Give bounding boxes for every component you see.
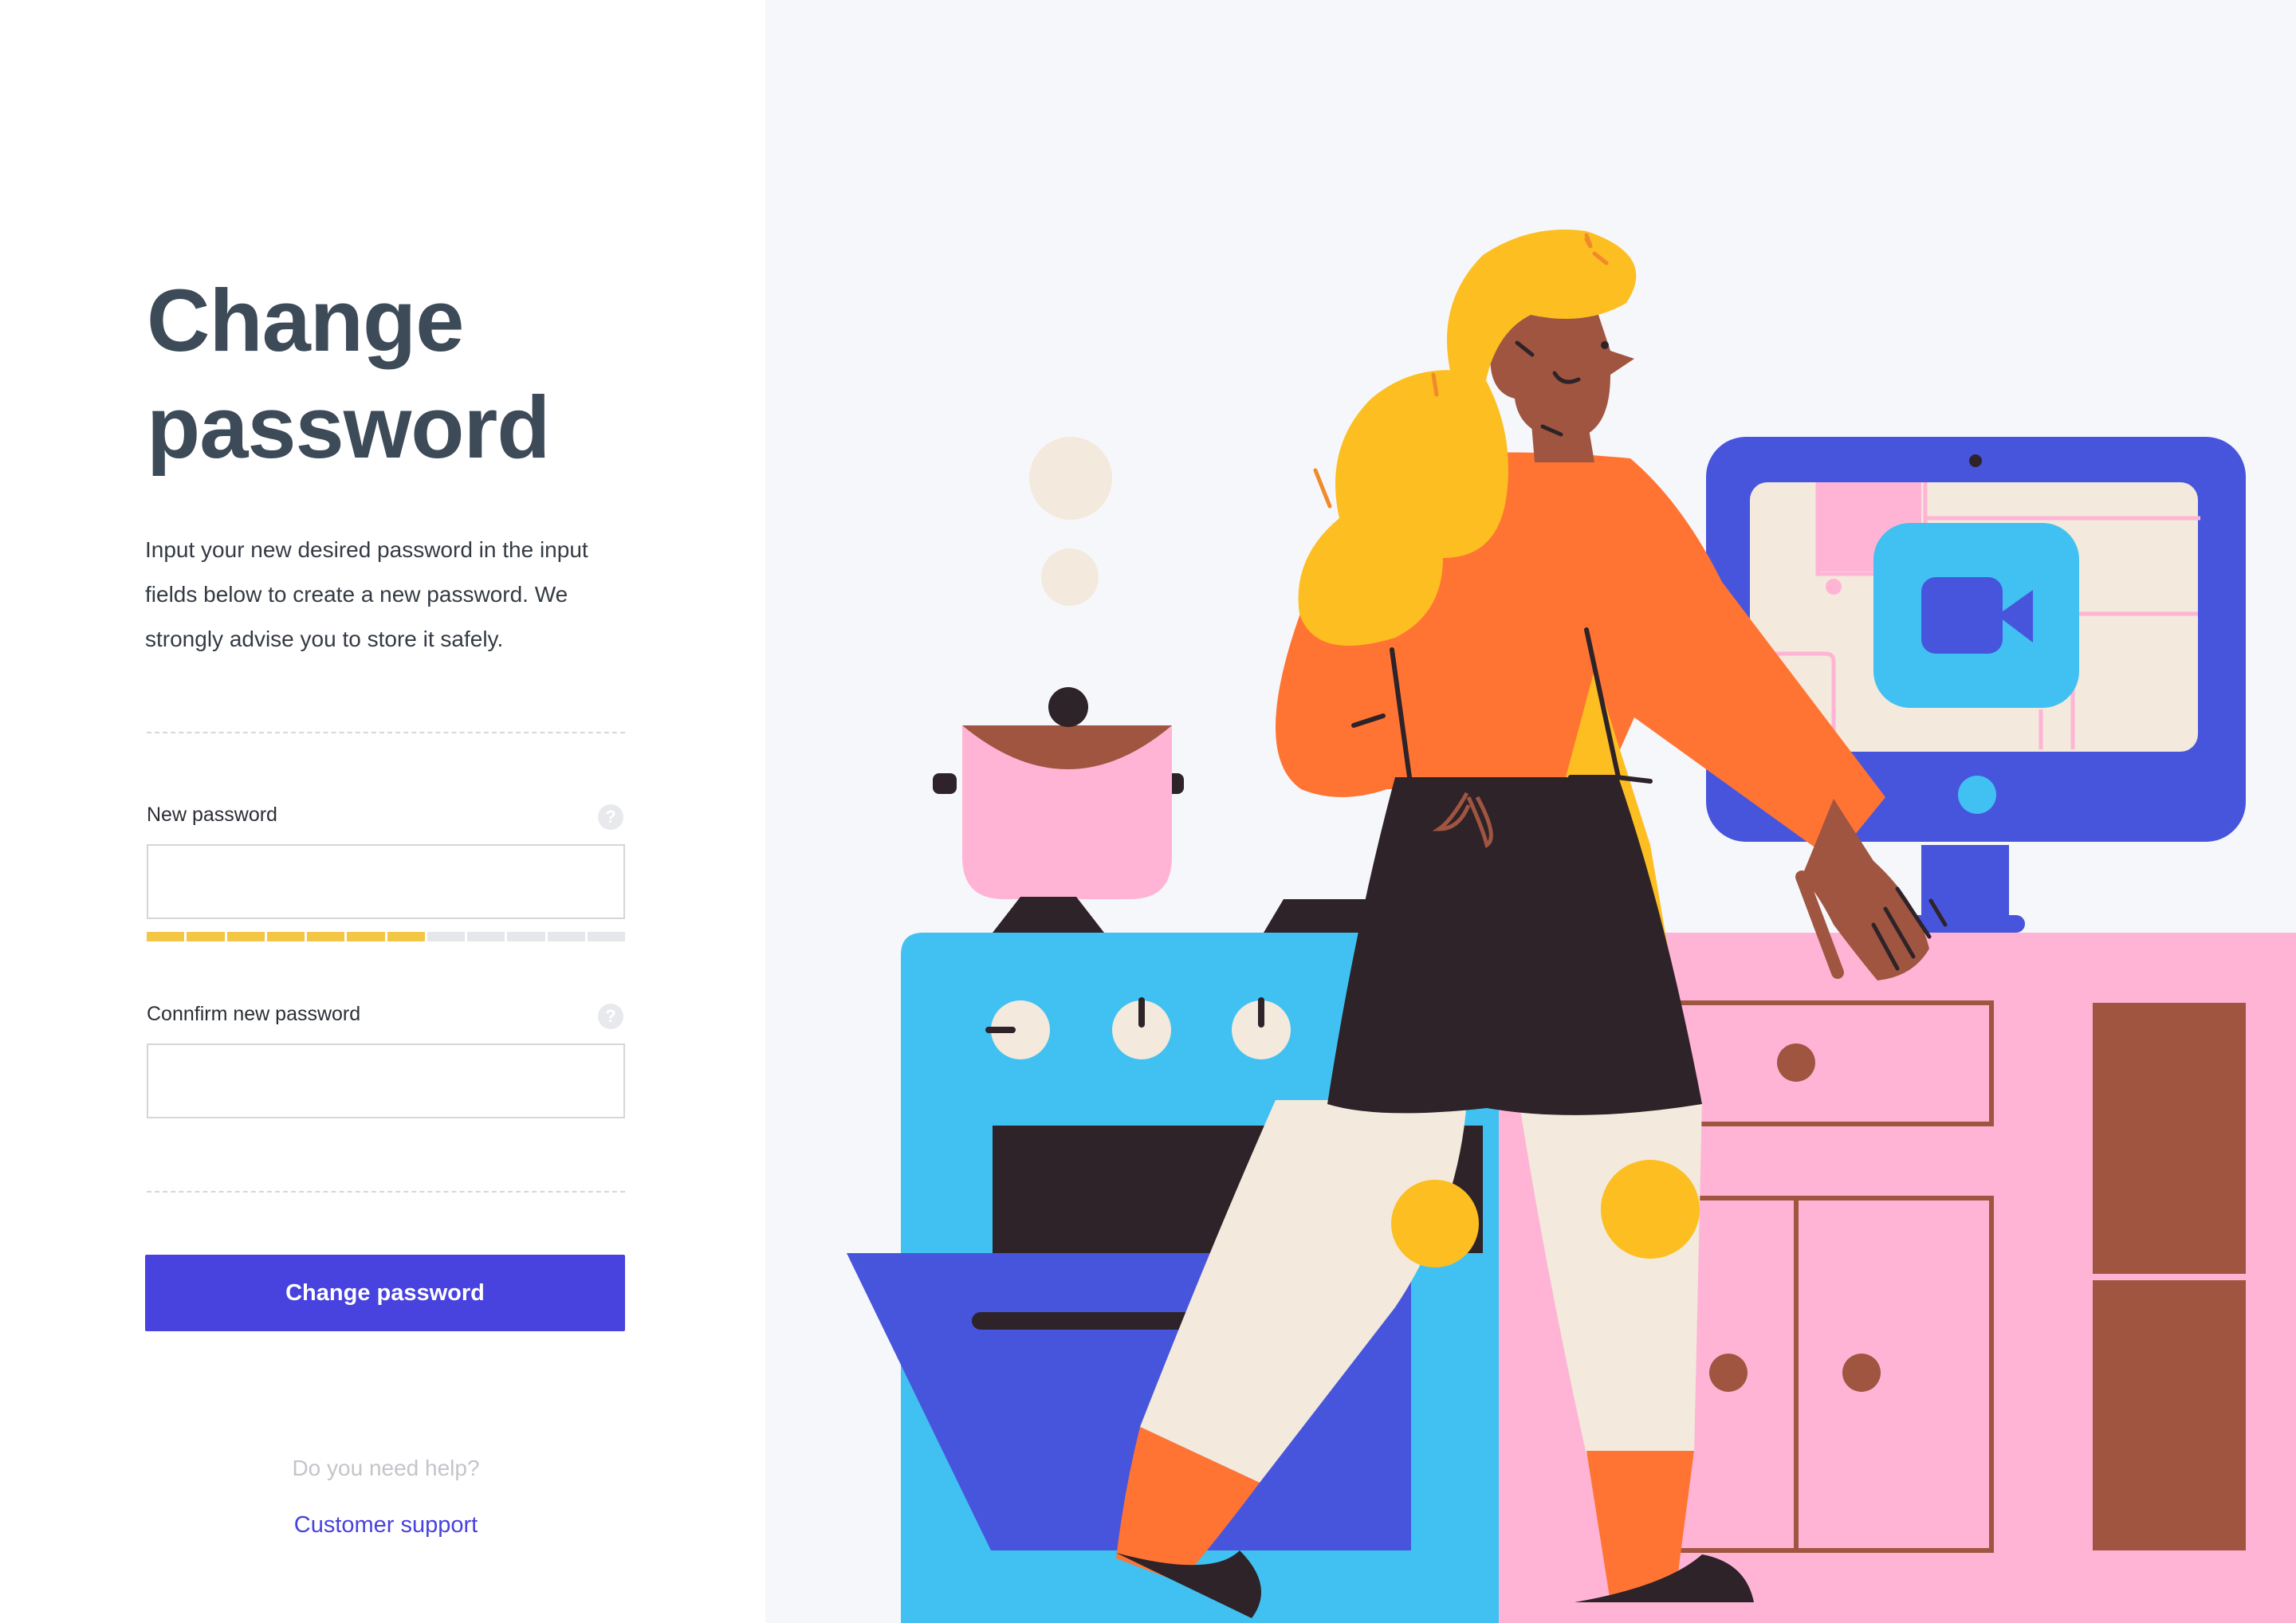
- strength-segment: [587, 932, 625, 941]
- strength-segment: [507, 932, 545, 941]
- strength-segment: [307, 932, 345, 941]
- new-password-input[interactable]: [147, 844, 625, 919]
- strength-segment: [347, 932, 385, 941]
- strength-segment: [467, 932, 505, 941]
- page-description: Input your new desired password in the i…: [145, 537, 588, 651]
- strength-segment: [427, 932, 465, 941]
- illustration-panel: [765, 0, 2296, 1623]
- strength-segment: [187, 932, 225, 941]
- kitchen-illustration: [847, 230, 2296, 1623]
- page-title-line-2: password: [147, 379, 550, 477]
- confirm-password-label: Connfirm new password: [147, 1003, 361, 1025]
- page-title-line-1: Change: [147, 272, 464, 370]
- strength-segment: [387, 932, 425, 941]
- customer-support-link[interactable]: Customer support: [147, 1512, 625, 1539]
- top-divider: [147, 732, 625, 733]
- form-panel: Change password Input your new desired p…: [0, 0, 765, 1623]
- confirm-password-help-icon[interactable]: ?: [598, 1004, 623, 1029]
- change-password-button[interactable]: Change password: [145, 1255, 625, 1331]
- page-title: Change password: [147, 268, 550, 481]
- strength-segment: [147, 932, 185, 941]
- bottom-divider: [147, 1191, 625, 1193]
- new-password-label: New password: [147, 804, 277, 826]
- strength-segment: [547, 932, 585, 941]
- help-question: Do you need help?: [292, 1456, 480, 1480]
- password-strength-meter: [147, 932, 625, 941]
- strength-segment: [226, 932, 265, 941]
- new-password-help-icon[interactable]: ?: [598, 804, 623, 830]
- strength-segment: [266, 932, 305, 941]
- confirm-password-input[interactable]: [147, 1043, 625, 1118]
